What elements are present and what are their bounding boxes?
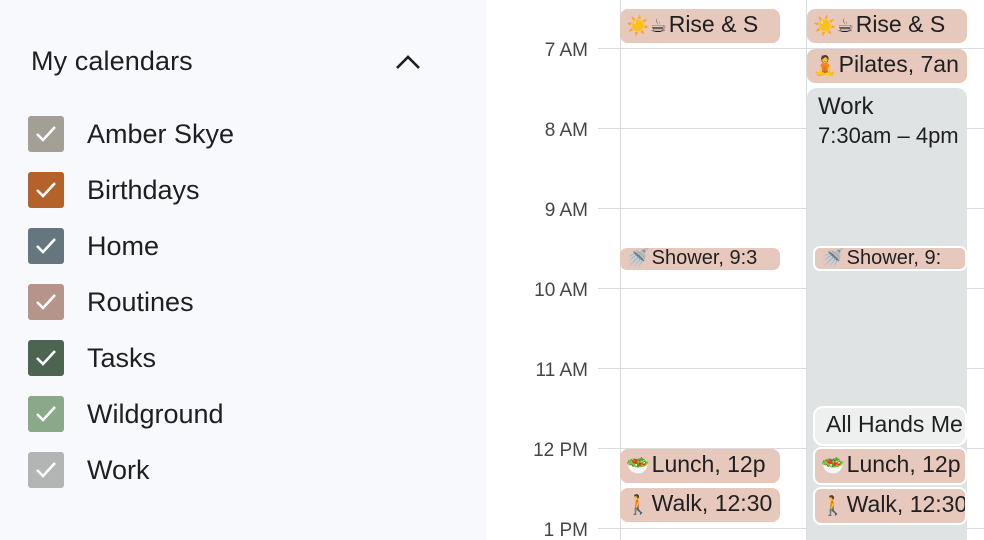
amber-skye-checkbox[interactable] [28,116,64,152]
check-icon [36,462,56,478]
event-rise-and-shine-day2[interactable]: ☀️☕Rise & S [807,9,967,43]
time-label-11am: 11 AM [535,360,588,381]
event-shower-day1[interactable]: 🚿 Shower, 9:3 [620,248,780,270]
calendar-label: Tasks [87,343,157,373]
calendar-label: Home [87,231,160,261]
home-checkbox[interactable] [28,228,64,264]
birthdays-checkbox[interactable] [28,172,64,208]
sun-coffee-icon: ☀️☕ [813,15,854,37]
check-icon [36,238,56,254]
time-label-8am: 8 AM [544,120,588,141]
time-label-9am: 9 AM [544,200,588,221]
calendar-item-work[interactable]: Work [0,442,486,498]
time-label-10am: 10 AM [534,280,588,301]
event-title: Shower, 9:3 [651,248,758,269]
check-icon [36,406,56,422]
event-title: Shower, 9: [846,247,942,269]
calendar-item-birthdays[interactable]: Birthdays [0,162,486,218]
tasks-checkbox[interactable] [28,340,64,376]
work-checkbox[interactable] [28,452,64,488]
walking-icon: 🚶 [821,495,845,517]
shower-icon: 🚿 [821,247,845,269]
collapse-my-calendars-button[interactable] [388,44,428,80]
calendar-item-tasks[interactable]: Tasks [0,330,486,386]
event-lunch-day1[interactable]: 🥗Lunch, 12p [620,449,780,483]
time-label-7am: 7 AM [544,40,588,61]
calendar-label: Birthdays [87,175,200,205]
event-title: Walk, 12:30 [651,490,773,516]
chevron-up-icon [396,55,420,69]
calendar-label: Routines [87,287,194,317]
check-icon [36,294,56,310]
event-rise-and-shine-day1[interactable]: ☀️☕Rise & S [620,9,780,43]
calendar-item-home[interactable]: Home [0,218,486,274]
calendar-label: Work [87,455,150,485]
check-icon [36,182,56,198]
walking-icon: 🚶 [626,494,650,516]
check-icon [36,350,56,366]
calendar-item-amber-skye[interactable]: Amber Skye [0,106,486,162]
event-all-hands-meeting-day2[interactable]: All Hands Me [813,406,967,446]
event-time: 7:30am – 4pm [818,123,959,148]
event-title: Walk, 12:30 [846,491,967,517]
routines-checkbox[interactable] [28,284,64,320]
time-label-1pm: 1 PM [543,520,588,540]
event-title: Lunch, 12p [651,451,766,477]
check-icon [36,126,56,142]
event-title: All Hands Me [826,411,963,437]
calendar-item-wildground[interactable]: Wildground [0,386,486,442]
event-title: Rise & S [668,11,759,37]
time-label-12pm: 12 PM [533,440,588,461]
salad-icon: 🥗 [626,455,650,477]
shower-icon: 🚿 [626,248,650,269]
event-walk-day2[interactable]: 🚶Walk, 12:30 [813,487,967,525]
wildground-checkbox[interactable] [28,396,64,432]
event-shower-day2[interactable]: 🚿 Shower, 9: [813,246,967,271]
event-walk-day1[interactable]: 🚶Walk, 12:30 [620,488,780,522]
calendar-label: Wildground [87,399,224,429]
sun-coffee-icon: ☀️☕ [626,15,667,37]
sidebar: My calendars Amber Skye Birthdays Home R… [0,0,486,540]
calendar-item-routines[interactable]: Routines [0,274,486,330]
event-pilates-day2[interactable]: 🧘Pilates, 7an [807,49,967,83]
calendar-label: Amber Skye [87,119,235,149]
event-title: Work [818,93,874,120]
my-calendars-title: My calendars [31,46,193,76]
event-title: Rise & S [855,11,946,37]
event-title: Pilates, 7an [838,51,959,77]
meditation-icon: 🧘 [813,55,837,77]
calendar-list: Amber Skye Birthdays Home Routines Tasks [0,106,486,498]
event-lunch-day2[interactable]: 🥗Lunch, 12p [813,447,967,485]
event-title: Lunch, 12p [846,451,961,477]
salad-icon: 🥗 [821,455,845,477]
calendar-grid[interactable]: 7 AM 8 AM 9 AM 10 AM 11 AM 12 PM 1 PM ☀️… [486,0,984,540]
